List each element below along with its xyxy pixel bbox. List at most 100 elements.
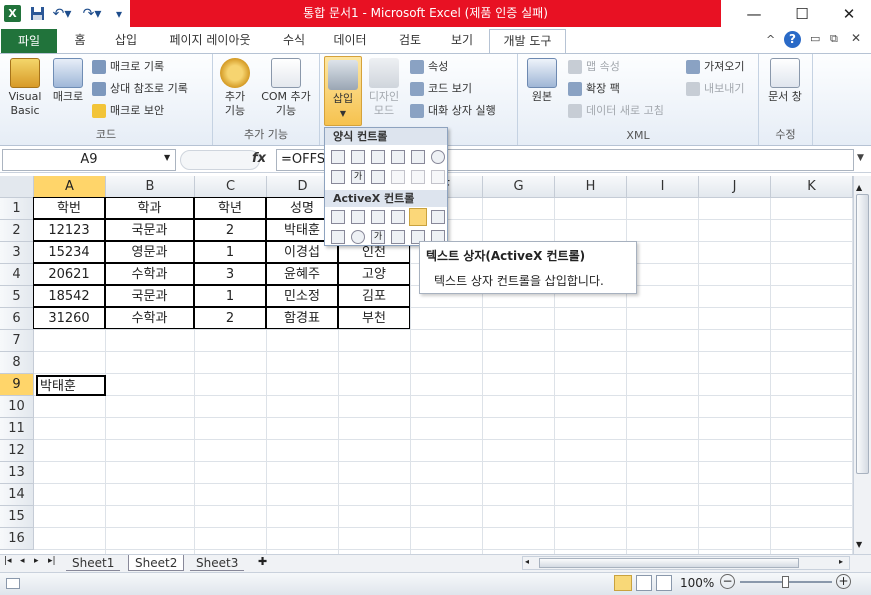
properties-button[interactable]: 속성	[410, 57, 448, 77]
table-cell[interactable]: 수학과	[105, 263, 194, 285]
tab-formulas[interactable]: 수식	[272, 29, 316, 53]
table-cell[interactable]: 함경표	[266, 307, 338, 329]
form-label-icon[interactable]: 가	[351, 170, 365, 184]
table-cell[interactable]: 31260	[33, 307, 105, 329]
column-header[interactable]: H	[555, 176, 627, 198]
relative-reference-button[interactable]: 상대 참조로 기록	[92, 79, 188, 99]
map-properties-button[interactable]: 맵 속성	[568, 57, 620, 77]
visual-basic-button[interactable]: Visual Basic	[4, 58, 46, 118]
sheet-nav-last-icon[interactable]: ▸|	[48, 556, 56, 566]
scroll-right-icon[interactable]: ▸	[839, 557, 843, 566]
macro-security-button[interactable]: 매크로 보안	[92, 101, 164, 121]
table-header-cell[interactable]: 학번	[33, 197, 105, 219]
zoom-in-icon[interactable]: +	[836, 574, 851, 589]
table-cell[interactable]: 부천	[338, 307, 410, 329]
tab-developer[interactable]: 개발 도구	[489, 29, 566, 53]
workbook-minimize-icon[interactable]: ▭	[810, 32, 820, 45]
redo-icon[interactable]: ↷▾	[80, 4, 104, 23]
row-header[interactable]: 6	[0, 308, 34, 330]
view-code-button[interactable]: 코드 보기	[410, 79, 472, 99]
column-header[interactable]: G	[483, 176, 555, 198]
table-cell[interactable]: 윤혜주	[266, 263, 338, 285]
refresh-data-button[interactable]: 데이터 새로 고침	[568, 101, 664, 121]
scroll-up-icon[interactable]: ▲	[856, 183, 862, 192]
activex-checkbox-icon[interactable]	[371, 210, 385, 224]
row-header[interactable]: 11	[0, 418, 34, 440]
row-header[interactable]: 13	[0, 462, 34, 484]
sheet-tab-sheet1[interactable]: Sheet1	[66, 555, 121, 571]
sheet-nav-next-icon[interactable]: ▸	[34, 556, 39, 566]
sheet-tab-sheet3[interactable]: Sheet3	[190, 555, 245, 571]
xml-source-button[interactable]: 원본	[524, 58, 560, 104]
table-header-cell[interactable]: 학년	[194, 197, 266, 219]
vertical-scrollbar[interactable]: ▲ ▼	[853, 176, 871, 554]
row-header[interactable]: 1	[0, 198, 34, 220]
table-cell[interactable]: 국문과	[105, 285, 194, 307]
column-header[interactable]: B	[106, 176, 195, 198]
form-option-button-icon[interactable]	[431, 150, 445, 164]
form-textfield-icon[interactable]	[391, 170, 405, 184]
page-layout-view-icon[interactable]	[636, 575, 652, 591]
tab-data[interactable]: 데이터	[322, 29, 378, 53]
form-listbox-icon[interactable]	[411, 150, 425, 164]
xml-import-button[interactable]: 가져오기	[686, 57, 744, 77]
zoom-out-icon[interactable]: −	[720, 574, 735, 589]
scroll-left-icon[interactable]: ◂	[525, 557, 529, 566]
tab-file[interactable]: 파일	[1, 29, 57, 53]
insert-control-button[interactable]: 삽입 ▼	[324, 56, 362, 126]
tab-insert[interactable]: 삽입	[104, 29, 148, 53]
row-header[interactable]: 2	[0, 220, 34, 242]
page-break-view-icon[interactable]	[656, 575, 672, 591]
normal-view-icon[interactable]	[614, 575, 632, 591]
document-panel-button[interactable]: 문서 창	[767, 58, 803, 104]
form-spinner-icon[interactable]	[391, 150, 405, 164]
activex-textbox-icon[interactable]	[409, 208, 427, 226]
name-box-dropdown-icon[interactable]: ▼	[164, 153, 170, 162]
horizontal-scroll-thumb[interactable]	[539, 558, 799, 568]
column-header[interactable]: K	[771, 176, 853, 198]
table-cell[interactable]: 2	[194, 307, 266, 329]
minimize-button[interactable]: —	[730, 0, 778, 27]
table-cell[interactable]: 15234	[33, 241, 105, 263]
workbook-close-icon[interactable]: ✕	[851, 31, 861, 45]
activex-button-icon[interactable]	[331, 210, 345, 224]
form-combo-list-icon[interactable]	[411, 170, 425, 184]
row-header[interactable]: 16	[0, 528, 34, 550]
table-cell[interactable]: 18542	[33, 285, 105, 307]
vertical-scroll-thumb[interactable]	[856, 194, 869, 474]
row-header[interactable]: 7	[0, 330, 34, 352]
activex-label-icon[interactable]: 가	[371, 230, 385, 244]
row-header[interactable]: 15	[0, 506, 34, 528]
run-dialog-button[interactable]: 대화 상자 실행	[410, 101, 496, 121]
form-groupbox-icon[interactable]	[331, 170, 345, 184]
row-header[interactable]: 14	[0, 484, 34, 506]
tab-page-layout[interactable]: 페이지 레이아웃	[154, 29, 266, 53]
form-checkbox-icon[interactable]	[371, 150, 385, 164]
horizontal-scrollbar[interactable]: ◂ ▸	[522, 556, 850, 570]
table-cell[interactable]: 김포	[338, 285, 410, 307]
row-header[interactable]: 3	[0, 242, 34, 264]
expansion-packs-button[interactable]: 확장 팩	[568, 79, 620, 99]
select-all-corner[interactable]	[0, 176, 34, 198]
table-cell[interactable]: 2	[194, 219, 266, 241]
xml-export-button[interactable]: 내보내기	[686, 79, 744, 99]
tab-home[interactable]: 홈	[62, 29, 98, 53]
table-cell[interactable]: 고양	[338, 263, 410, 285]
save-icon[interactable]	[28, 4, 46, 23]
table-cell[interactable]: 3	[194, 263, 266, 285]
row-header[interactable]: 4	[0, 264, 34, 286]
column-header[interactable]: I	[627, 176, 699, 198]
table-header-cell[interactable]: 학과	[105, 197, 194, 219]
formula-bar-divider-handle[interactable]	[180, 150, 260, 170]
table-cell[interactable]: 민소정	[266, 285, 338, 307]
insert-function-icon[interactable]: fx	[252, 151, 266, 166]
excel-app-icon[interactable]: X	[4, 5, 21, 22]
table-cell[interactable]: 12123	[33, 219, 105, 241]
activex-spinner-icon[interactable]	[331, 230, 345, 244]
column-header[interactable]: J	[699, 176, 771, 198]
addin-button[interactable]: 추가 기능	[219, 58, 251, 118]
macro-button[interactable]: 매크로	[48, 58, 88, 104]
cell-a9[interactable]: 박태훈	[36, 375, 106, 396]
name-box[interactable]: A9	[2, 149, 176, 171]
activex-listbox-icon[interactable]	[391, 210, 405, 224]
